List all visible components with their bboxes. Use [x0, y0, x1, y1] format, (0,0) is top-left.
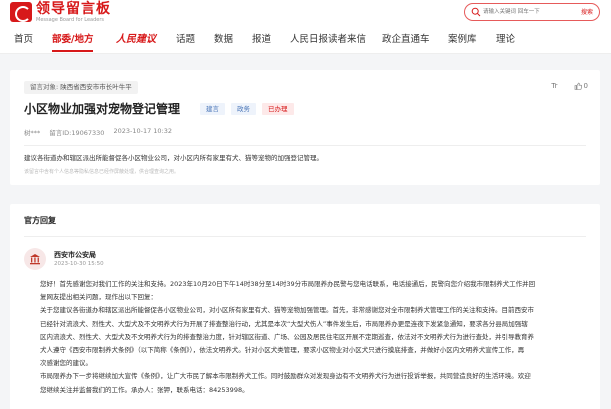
- privacy-disclaimer: 该留言中含有个人信息等隐私信息已经作屏蔽处理，供合理查询之用。: [24, 169, 180, 175]
- nav-item-home[interactable]: 首页: [14, 26, 33, 54]
- reply-line: 犬人遵守《西安市限制养犬条例》（以下简称《条例》），依法文明养犬。针对小区犬类管…: [40, 346, 525, 355]
- logo-title: 领导留言板: [36, 1, 111, 17]
- nav-item-data[interactable]: 数据: [214, 26, 233, 54]
- search-icon: [471, 7, 481, 17]
- nav-item-readers-letters[interactable]: 人民日报读者来信: [290, 26, 366, 54]
- reply-body: 您好！首先感谢您对我们工作的关注和支持。2023年10月20日下午14时38分至…: [40, 278, 592, 397]
- message-content: 建议各街道办和辖区派出所能督促各小区物业公司，对小区内所有家里有犬、猫等宠物的加…: [24, 154, 323, 162]
- nav-item-topics[interactable]: 话题: [176, 26, 195, 54]
- nav-item-ministries-local[interactable]: 部委/地方: [52, 26, 94, 54]
- nav-item-case-library[interactable]: 案例库: [448, 26, 477, 54]
- reply-line: 已经针对流浪犬、烈性犬、大型犬及不文明养犬行为开展了排查整治行动，尤其是本次“大…: [40, 319, 528, 328]
- recipient-badge: 留言对象: 陕西省西安市市长叶牛平: [24, 81, 138, 94]
- recipient-label: 留言对象:: [30, 83, 59, 91]
- like-button[interactable]: 0: [574, 82, 588, 90]
- logo-icon: [10, 2, 32, 22]
- site-logo[interactable]: 领导留言板 Message Board for Leaders: [10, 2, 111, 23]
- logo-subtitle: Message Board for Leaders: [36, 17, 105, 23]
- search-input[interactable]: [483, 6, 563, 18]
- recipient-value[interactable]: 陕西省西安市市长叶牛平: [60, 83, 132, 91]
- reply-line: 复网友提出相关问题，现作出以下回复：: [40, 293, 157, 302]
- message-tags: 建言 政务 已办理: [200, 103, 294, 115]
- thumbs-up-icon: [574, 82, 582, 90]
- message-title: 小区物业加强对宠物登记管理: [24, 102, 181, 116]
- reply-org-name: 西安市公安局: [54, 251, 96, 259]
- reply-line: 区内流浪犬、烈性犬、大型犬及不文明养犬行为的排查整治力度，针对辖区街道、广场、公…: [40, 332, 534, 341]
- author: 树***: [24, 129, 41, 137]
- reply-line: 您继续关注并监督我们的工作。承办人：张钾，联系电话：84253998。: [40, 385, 249, 394]
- divider: [24, 145, 586, 146]
- main-nav: 首页 部委/地方 人民建议 话题 数据 报道 人民日报读者来信 政企直通车 案例…: [0, 26, 611, 54]
- top-header: 领导留言板 Message Board for Leaders 搜索: [0, 0, 611, 26]
- nav-item-people-suggestion[interactable]: 人民建议: [116, 26, 156, 54]
- message-meta: 树*** 留言ID:19067330 2023-10-17 10:32: [24, 127, 172, 137]
- message-card: 留言对象: 陕西省西安市市长叶牛平 Tr 0 小区物业加强对宠物登记管理 建言 …: [10, 70, 600, 185]
- tag-government: 政务: [231, 103, 256, 115]
- government-building-icon: [24, 248, 46, 270]
- nav-item-theory[interactable]: 理论: [496, 26, 515, 54]
- search-button[interactable]: 搜索: [581, 7, 593, 16]
- reply-section-title: 官方回复: [24, 216, 56, 225]
- reply-line: 次感谢您的建议。: [40, 359, 92, 368]
- message-id: 留言ID:19067330: [49, 129, 105, 137]
- message-datetime: 2023-10-17 10:32: [113, 127, 173, 135]
- tag-suggestion: 建言: [200, 103, 225, 115]
- reply-time: 2023-10-30 15:50: [54, 261, 104, 267]
- search-box: 搜索: [464, 3, 600, 21]
- official-reply-card: 官方回复 西安市公安局 2023-10-30 15:50 您好！首先感谢您对我们…: [10, 204, 600, 409]
- status-badge: 已办理: [262, 103, 294, 115]
- reply-line: 您好！首先感谢您对我们工作的关注和支持。2023年10月20日下午14时38分至…: [40, 280, 536, 288]
- reply-line: 市局限养办下一步将继续加大宣传《条例》，让广大市民了解本市限制养犬工作。同时鼓励…: [40, 372, 531, 381]
- reply-line: 关于您建议各街道办和辖区派出所能督促各小区物业公司，对小区所有家里有犬、猫等宠物…: [40, 306, 534, 315]
- font-size-toggle[interactable]: Tr: [551, 82, 557, 90]
- like-count: 0: [583, 82, 588, 90]
- divider: [24, 236, 586, 237]
- nav-item-reports[interactable]: 报道: [252, 26, 271, 54]
- nav-item-gov-enterprise[interactable]: 政企直通车: [382, 26, 430, 54]
